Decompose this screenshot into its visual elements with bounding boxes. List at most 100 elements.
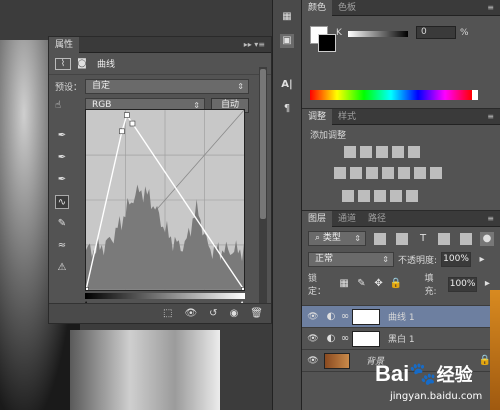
threshold-icon[interactable] [374, 190, 386, 202]
adjustments-panel-menu-icon[interactable]: ≡ [481, 112, 500, 121]
white-point-eyedropper-icon[interactable]: ✒ [55, 173, 69, 187]
vibrance-icon[interactable] [334, 167, 346, 179]
k-slider[interactable] [348, 31, 408, 37]
tab-channels[interactable]: 通道 [332, 211, 362, 227]
fill-stepper-icon[interactable]: ▸ [481, 277, 494, 291]
tab-paths[interactable]: 路径 [362, 211, 392, 227]
lock-image-icon[interactable]: ✎ [355, 277, 368, 291]
black-point-eyedropper-icon[interactable]: ✒ [55, 129, 69, 143]
scroll-thumb[interactable] [260, 69, 266, 219]
reset-icon[interactable]: ↺ [209, 308, 217, 319]
curve-point-tool-icon[interactable]: ∿ [55, 195, 69, 209]
curve-control-point[interactable] [119, 128, 125, 135]
layer-name[interactable]: 黑白 1 [388, 332, 415, 345]
hand-adjust-icon[interactable]: ☝ [55, 99, 85, 113]
character-icon[interactable]: A| [280, 78, 294, 92]
preset-value: 自定 [92, 81, 111, 91]
input-gradient-bar [85, 293, 245, 299]
opacity-stepper-icon[interactable]: ▸ [475, 253, 489, 267]
curves-layer-icon: ◐ [326, 310, 336, 322]
tab-adjustments[interactable]: 调整 [302, 108, 333, 125]
paragraph-icon[interactable]: ¶ [280, 102, 294, 116]
posterize-icon[interactable] [358, 190, 370, 202]
gradient-map-icon[interactable] [406, 190, 418, 202]
dock-icon-strip: ▦ ▣ A| ¶ [272, 0, 302, 410]
layer-mask-thumb[interactable] [352, 330, 380, 347]
tab-layers[interactable]: 图层 [302, 210, 333, 227]
delete-icon[interactable]: 🗑 [250, 308, 263, 319]
gray-point-eyedropper-icon[interactable]: ✒ [55, 151, 69, 165]
k-value-field[interactable]: 0 [416, 26, 456, 39]
tab-color[interactable]: 颜色 [302, 0, 333, 16]
exposure-icon[interactable] [392, 146, 404, 158]
link-icon: ∞ [340, 332, 350, 344]
filter-shape-icon[interactable] [438, 232, 450, 245]
tab-swatches[interactable]: 色板 [332, 0, 362, 16]
fill-field[interactable]: 100% [448, 276, 477, 292]
watermark-brand-text: Bai [375, 361, 410, 386]
panel-menu-icon[interactable]: ▸▸ ▾≡ [238, 40, 271, 49]
visibility-eye-icon[interactable]: 👁 [302, 334, 324, 344]
color-panel-menu-icon[interactable]: ≡ [481, 3, 500, 12]
curve-control-point[interactable] [241, 287, 245, 291]
hue-saturation-icon[interactable] [350, 167, 362, 179]
photo-filter-icon[interactable] [398, 167, 410, 179]
smooth-curve-icon[interactable]: ≈ [55, 239, 69, 253]
filter-pixel-icon[interactable] [374, 232, 386, 245]
k-value: 0 [421, 27, 427, 37]
curves-adjustment-icon: ⌇ [55, 57, 71, 70]
curve-control-point[interactable] [85, 287, 89, 291]
visibility-icon[interactable]: ◉ [230, 308, 239, 319]
filter-type-icon[interactable]: T [416, 232, 430, 246]
clip-to-layer-icon[interactable]: ⬚ [163, 308, 172, 319]
levels-icon[interactable] [360, 146, 372, 158]
color-balance-icon[interactable] [366, 167, 378, 179]
preset-label: 预设： [55, 83, 83, 93]
layers-panel-menu-icon[interactable]: ≡ [481, 214, 500, 223]
lock-all-icon[interactable]: 🔒 [389, 277, 402, 291]
visibility-eye-icon[interactable]: 👁 [302, 312, 324, 322]
lock-position-icon[interactable]: ✥ [372, 277, 385, 291]
opacity-field[interactable]: 100% [441, 252, 472, 267]
layer-mask-thumb[interactable] [352, 308, 380, 325]
layer-filter-dropdown[interactable]: ⌕ 类型 [308, 231, 366, 246]
color-spectrum-bar[interactable] [310, 90, 472, 100]
percent-unit: % [460, 28, 469, 38]
color-panel: 颜色 色板 ≡ K 0 % [302, 0, 500, 108]
clipping-warning-icon[interactable]: ⚠ [55, 261, 69, 275]
curve-control-point[interactable] [124, 112, 130, 118]
invert-icon[interactable] [342, 190, 354, 202]
history-icon[interactable]: ▦ [280, 10, 294, 24]
gradient-map-triangle-icon[interactable] [408, 146, 420, 158]
properties-scrollbar[interactable] [259, 67, 267, 307]
layer-row-curves[interactable]: 👁 ◐ ∞ 曲线 1 [302, 306, 500, 328]
selective-color-icon[interactable] [390, 190, 402, 202]
curves-header: ⌇ ◙ 曲线 [49, 53, 271, 75]
pencil-tool-icon[interactable]: ✎ [55, 217, 69, 231]
photo-area-bottom [70, 330, 220, 410]
view-previous-icon[interactable]: 👁 [184, 308, 197, 319]
tab-properties[interactable]: 属性 [49, 36, 80, 53]
blend-mode-dropdown[interactable]: 正常 [308, 252, 394, 267]
curves-graph[interactable] [85, 109, 245, 291]
filter-adjustment-icon[interactable] [396, 232, 408, 245]
black-white-icon[interactable] [382, 167, 394, 179]
filter-smart-icon[interactable] [460, 232, 472, 245]
link-icon: ∞ [340, 310, 350, 322]
properties-dock-icon[interactable]: ▣ [280, 34, 294, 48]
layer-name[interactable]: 曲线 1 [388, 310, 415, 323]
filter-toggle-icon[interactable]: ● [480, 231, 494, 246]
layer-row-bw[interactable]: 👁 ◐ ∞ 黑白 1 [302, 328, 500, 350]
curve-control-point[interactable] [129, 120, 136, 127]
preset-dropdown[interactable]: 自定 [85, 79, 249, 94]
channel-mixer-icon[interactable] [414, 167, 426, 179]
layer-mask-icon[interactable]: ◙ [75, 57, 89, 71]
white-spectrum-end[interactable] [472, 90, 478, 100]
background-swatch[interactable] [318, 34, 336, 52]
tab-styles[interactable]: 样式 [332, 109, 362, 125]
lock-transparent-icon[interactable]: ▦ [338, 277, 351, 291]
brightness-icon[interactable] [344, 146, 356, 158]
bw-layer-icon: ◐ [326, 332, 336, 344]
color-lookup-icon[interactable] [430, 167, 442, 179]
curves-icon[interactable] [376, 146, 388, 158]
